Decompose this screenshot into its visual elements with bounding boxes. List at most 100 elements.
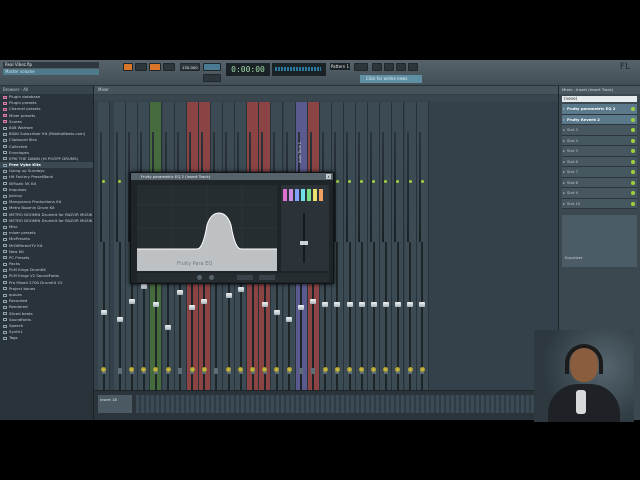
mixer-strip[interactable] [368,102,381,414]
route-arrow-icon[interactable] [117,368,122,374]
strip-enable-led[interactable] [372,180,376,183]
fader-handle[interactable] [128,299,135,304]
fader-handle[interactable] [382,302,389,307]
fader-handle[interactable] [286,317,293,322]
fader-handle[interactable] [261,302,268,307]
insert-patch-label[interactable]: Insert 18 [98,395,132,413]
insert-eq-box[interactable]: Equalizer [562,215,637,267]
fader-handle[interactable] [394,302,401,307]
tempo-display[interactable]: 130.000 [180,63,200,71]
pat-song-toggle[interactable] [123,63,133,71]
slot-arrow-icon[interactable]: ▸ [563,146,565,156]
fx-slot[interactable]: ▸ Slot 4 [562,135,637,146]
slot-arrow-icon[interactable]: ▸ [563,115,565,125]
strip-enable-led[interactable] [360,180,364,183]
fader-handle[interactable] [298,305,305,310]
knob-icon[interactable] [197,275,202,280]
slot-enable-switch[interactable] [631,170,635,174]
slot-arrow-icon[interactable]: ▸ [563,167,565,177]
slot-arrow-icon[interactable]: ▸ [563,178,565,188]
mixer-strip[interactable] [344,102,357,414]
fader-handle[interactable] [322,302,329,307]
slot-arrow-icon[interactable]: ▸ [563,125,565,135]
view-piano-roll-button[interactable] [384,63,394,71]
route-arrow-icon[interactable] [178,368,183,374]
band-slider-2[interactable] [289,189,293,201]
fader-handle[interactable] [310,299,317,304]
view-playlist-button[interactable] [372,63,382,71]
band-slider-5[interactable] [307,189,311,201]
band-slider-7[interactable] [319,189,323,201]
browser-item[interactable]: Tags [0,335,93,341]
pan-knob[interactable] [419,367,425,372]
eq-graph[interactable]: Fruity Para EQ [137,185,277,271]
mixer-strip[interactable] [380,102,393,414]
slot-arrow-icon[interactable]: ▸ [563,157,565,167]
fx-slot[interactable]: ▸ Fruity Reverb 2 [562,114,637,125]
fader-handle[interactable] [225,293,232,298]
fx-slot[interactable]: ▸ Slot 5 [562,146,637,157]
slot-arrow-icon[interactable]: ▸ [563,199,565,209]
strip-enable-led[interactable] [396,180,400,183]
pan-knob[interactable] [201,367,207,372]
fader-handle[interactable] [237,287,244,292]
pan-knob[interactable] [322,367,328,372]
fader-handle[interactable] [358,302,365,307]
band-slider-3[interactable] [295,189,299,201]
fader-handle[interactable] [100,309,107,315]
fader-handle[interactable] [165,324,172,330]
fader-handle[interactable] [152,302,159,307]
fx-slot[interactable]: ▸ Slot 6 [562,156,637,167]
order-selector[interactable] [259,275,275,280]
band-slider-6[interactable] [313,189,317,201]
pan-knob[interactable] [165,367,171,372]
view-mixer-button[interactable] [408,63,418,71]
pattern-selector[interactable]: Pattern 1 [330,63,350,70]
fader-handle[interactable] [370,302,377,307]
strip-enable-led[interactable] [335,180,339,183]
mixer-strip[interactable] [114,102,127,414]
knob-icon[interactable] [209,275,214,280]
fx-slot[interactable]: ▸ Slot 9 [562,188,637,199]
online-news-button[interactable]: Click for online news [360,75,422,83]
pan-knob[interactable] [286,367,292,372]
strip-enable-led[interactable] [118,180,122,183]
strip-enable-led[interactable] [102,180,106,183]
close-icon[interactable]: x [326,174,331,179]
fx-slot[interactable]: ▸ Slot 3 [562,125,637,136]
record-button[interactable] [163,63,175,71]
fx-slot[interactable]: ▸ Fruity parametric EQ 2 [562,104,637,115]
play-button[interactable] [135,63,147,71]
mixer-strip[interactable] [98,102,111,414]
fader-handle[interactable] [346,302,353,307]
mixer-strip[interactable] [392,102,405,414]
fx-slot[interactable]: ▸ Slot 10 [562,198,637,209]
slot-enable-switch[interactable] [631,191,635,195]
mixer-strip[interactable] [416,102,429,414]
strip-enable-led[interactable] [348,180,352,183]
mixer-strip[interactable] [404,102,417,414]
strip-enable-led[interactable] [408,180,412,183]
slot-enable-switch[interactable] [631,149,635,153]
fader-handle[interactable] [189,305,196,310]
stop-button[interactable] [149,63,161,71]
fader-handle[interactable] [334,302,341,307]
route-arrow-icon[interactable] [214,368,219,374]
fader-handle[interactable] [273,309,280,315]
view-channel-rack-button[interactable] [396,63,406,71]
pan-knob[interactable] [189,367,195,372]
fader-handle[interactable] [419,302,426,307]
slot-enable-switch[interactable] [631,180,635,185]
pan-knob[interactable] [334,367,340,372]
slot-arrow-icon[interactable]: ▸ [563,104,565,114]
slot-enable-switch[interactable] [631,117,635,122]
fader-handle[interactable] [407,302,414,307]
mixer-strip[interactable] [356,102,369,414]
metronome-button[interactable] [203,63,221,71]
main-level-handle[interactable] [300,241,308,245]
band-slider-4[interactable] [301,189,305,201]
fader-handle[interactable] [201,299,208,304]
slot-enable-switch[interactable] [631,201,635,206]
fader-handle[interactable] [177,290,184,295]
slot-enable-switch[interactable] [631,107,635,111]
